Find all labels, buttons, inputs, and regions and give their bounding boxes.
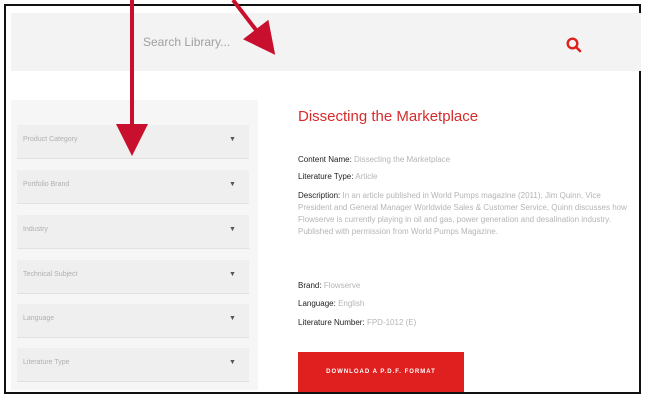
- filter-label: Industry: [23, 226, 48, 233]
- literature-type-value: Article: [355, 172, 378, 181]
- search-icon[interactable]: [565, 36, 583, 54]
- content-name-row: Content Name: Dissecting the Marketplace: [298, 154, 450, 166]
- filter-portfolio-brand[interactable]: Portfolio Brand ▼: [17, 170, 249, 204]
- content-name-value: Dissecting the Marketplace: [354, 155, 451, 164]
- literature-number-value: FPD-1012 (E): [366, 318, 417, 327]
- filter-label: Language: [23, 315, 55, 322]
- content-name-label: Content Name:: [298, 155, 352, 164]
- literature-type-row: Literature Type: Article: [298, 171, 377, 183]
- download-pdf-button[interactable]: DOWNLOAD A P.D.F. FORMAT: [298, 352, 464, 392]
- filter-sidebar: Product Category ▼ Portfolio Brand ▼ Ind…: [11, 100, 258, 390]
- filter-product-category[interactable]: Product Category ▼: [17, 125, 249, 159]
- caret-down-icon: ▼: [229, 136, 236, 143]
- filter-label: Product Category: [23, 136, 78, 143]
- search-bar: [11, 13, 641, 71]
- literature-number-row: Literature Number: FPD-1012 (E): [298, 317, 416, 329]
- filter-label: Technical Subject: [23, 271, 78, 278]
- brand-row: Brand: Flowserve: [298, 280, 360, 292]
- filter-technical-subject[interactable]: Technical Subject ▼: [17, 260, 249, 294]
- caret-down-icon: ▼: [229, 359, 236, 366]
- language-label: Language:: [298, 299, 336, 308]
- literature-number-label: Literature Number:: [298, 318, 365, 327]
- brand-value: Flowserve: [323, 281, 361, 290]
- language-value: English: [338, 299, 365, 308]
- description-value: In an article published in World Pumps m…: [298, 191, 627, 236]
- filter-label: Literature Type: [23, 359, 70, 366]
- caret-down-icon: ▼: [229, 271, 236, 278]
- literature-type-label: Literature Type:: [298, 172, 354, 181]
- filter-industry[interactable]: Industry ▼: [17, 215, 249, 249]
- search-input[interactable]: [143, 29, 543, 55]
- caret-down-icon: ▼: [229, 181, 236, 188]
- language-row: Language: English: [298, 298, 364, 310]
- article-title: Dissecting the Marketplace: [298, 108, 479, 125]
- filter-literature-type[interactable]: Literature Type ▼: [17, 348, 249, 382]
- description-label: Description:: [298, 191, 341, 200]
- filter-label: Portfolio Brand: [23, 181, 70, 188]
- caret-down-icon: ▼: [229, 315, 236, 322]
- description-row: Description: In an article published in …: [298, 190, 636, 238]
- caret-down-icon: ▼: [229, 226, 236, 233]
- filter-language[interactable]: Language ▼: [17, 304, 249, 338]
- brand-label: Brand:: [298, 281, 322, 290]
